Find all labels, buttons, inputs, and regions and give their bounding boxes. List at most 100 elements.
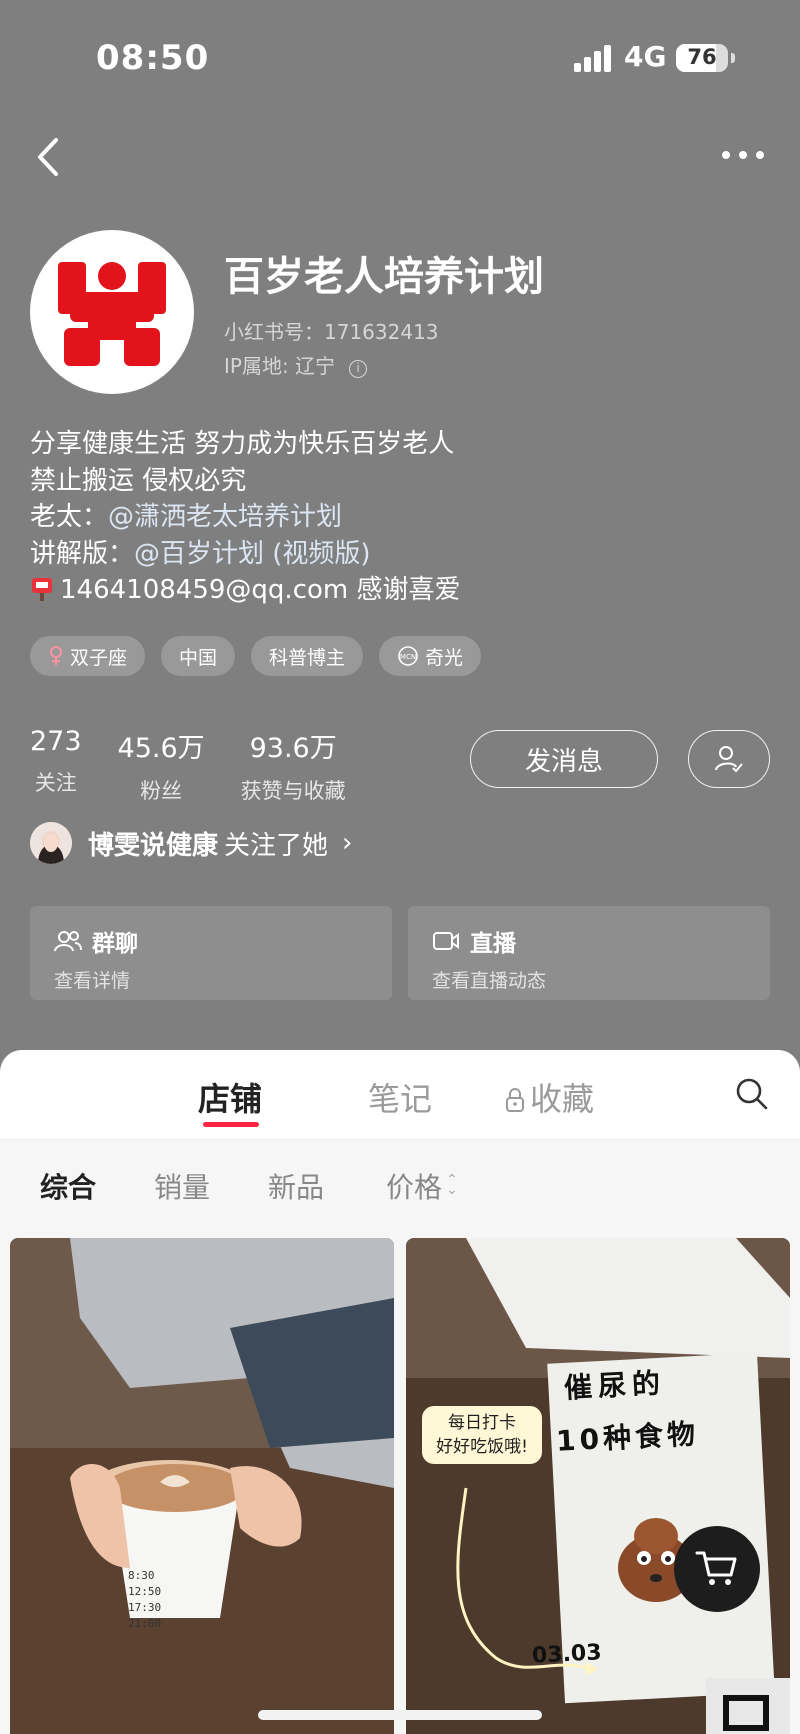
signal-icon: [574, 44, 614, 72]
follower-avatar: [30, 822, 72, 864]
bio-line: 分享健康生活 努力成为快乐百岁老人: [30, 429, 455, 459]
tag-label: 双子座: [70, 646, 128, 669]
mailbox-icon: [32, 578, 52, 601]
tab-store[interactable]: 店铺: [198, 1074, 262, 1120]
more-icon[interactable]: [718, 140, 768, 170]
tag-zodiac: 双子座: [30, 636, 146, 676]
filter-new[interactable]: 新品: [268, 1166, 324, 1206]
tag-category: 科普博主: [251, 636, 364, 676]
follow-button[interactable]: [688, 730, 770, 788]
cup-checklist: 8:30 12:50 17:30 21:00: [128, 1568, 161, 1632]
feature-cards: 群聊 查看详情 直播 查看直播动态: [30, 906, 770, 1000]
home-indicator[interactable]: [258, 1710, 542, 1720]
active-tab-indicator: [203, 1122, 259, 1127]
cup-time: 17:30: [128, 1601, 162, 1614]
card-title: 群聊: [92, 931, 138, 957]
tag-label: 奇光: [425, 646, 464, 669]
network-label: 4G: [624, 40, 667, 73]
stats-row: 273 关注 45.6万粉丝 93.6万获赞与收藏: [30, 726, 346, 805]
battery-level: 76: [687, 45, 717, 69]
stat-label: 关注: [34, 771, 77, 795]
bio-line: 讲解版：@百岁计划 (视频版): [30, 536, 461, 573]
female-icon: [50, 646, 62, 665]
stat-likes[interactable]: 93.6万获赞与收藏: [241, 726, 346, 805]
poster-subtitle: 10种食物: [555, 1417, 700, 1458]
bio-line: 1464108459@qq.com 感谢喜爱: [30, 572, 461, 609]
stat-value: 273: [30, 726, 82, 757]
filter-label: 价格: [386, 1171, 443, 1204]
red-id[interactable]: 小红书号：171632413: [224, 316, 439, 345]
tab-notes[interactable]: 笔记: [368, 1074, 432, 1120]
product-grid: 8:30 12:50 17:30 21:00 每日打卡 好好吃饭哦! 催尿的 1…: [0, 1230, 800, 1734]
sort-arrows-icon: ⌃ ⌄: [446, 1172, 458, 1198]
tag-label: 中国: [179, 646, 218, 669]
bio-email: 1464108459@qq.com 感谢喜爱: [60, 575, 461, 605]
bubble-line: 好好吃饭哦!: [436, 1437, 528, 1457]
tag-mcn[interactable]: MCN 奇光: [379, 636, 482, 676]
cart-button[interactable]: [674, 1526, 760, 1612]
promo-bubble: 每日打卡 好好吃饭哦!: [422, 1406, 542, 1464]
bubble-line: 每日打卡: [448, 1413, 516, 1433]
group-chat-card[interactable]: 群聊 查看详情: [30, 906, 392, 1000]
product-image: [10, 1238, 394, 1734]
tag-country: 中国: [161, 636, 236, 676]
tag-list: 双子座 中国 科普博主 MCN 奇光: [30, 636, 482, 676]
live-card[interactable]: 直播 查看直播动态: [408, 906, 770, 1000]
brand-logo-icon: [58, 262, 166, 366]
avatar[interactable]: [30, 230, 194, 394]
poster-title: 催尿的: [563, 1366, 667, 1405]
follower-name: 博雯说健康: [88, 830, 219, 861]
followed-by-row[interactable]: 博雯说健康 关注了她 ›: [30, 822, 352, 864]
stat-following[interactable]: 273 关注: [30, 726, 82, 805]
poster-date: 03.03: [531, 1640, 603, 1669]
status-bar: 08:50 4G 76: [0, 0, 800, 120]
search-icon[interactable]: [734, 1076, 770, 1116]
tab-favorites[interactable]: 收藏: [504, 1074, 594, 1120]
ip-location: IP属地: 辽宁 i: [224, 350, 368, 379]
bio: 分享健康生活 努力成为快乐百岁老人 禁止搬运 侵权必究 老太：@潇洒老太培养计划…: [30, 426, 461, 609]
stat-value: 93.6万: [249, 733, 337, 764]
followed-text: 关注了她: [224, 830, 329, 861]
chevron-right-icon: ›: [342, 828, 353, 858]
battery-tip: [731, 53, 735, 63]
cart-icon: [695, 1551, 737, 1585]
svg-text:MCN: MCN: [400, 653, 416, 661]
bio-prefix: 老太：: [30, 502, 109, 532]
product-card[interactable]: 8:30 12:50 17:30 21:00: [10, 1238, 394, 1734]
ip-location-text: IP属地: 辽宁: [224, 354, 336, 378]
filter-price[interactable]: 价格 ⌃ ⌄: [386, 1166, 458, 1206]
filter-bar: 综合 销量 新品 价格 ⌃ ⌄: [0, 1140, 800, 1230]
cup-time: 12:50: [128, 1585, 162, 1598]
bio-prefix: 讲解版：: [30, 538, 135, 569]
card-subtitle: 查看直播动态: [432, 970, 547, 992]
filter-sales[interactable]: 销量: [154, 1166, 210, 1206]
stat-value: 45.6万: [117, 733, 205, 764]
stat-label: 粉丝: [140, 779, 183, 803]
live-icon: [433, 932, 459, 950]
bio-line: 老太：@潇洒老太培养计划: [30, 499, 461, 536]
message-button[interactable]: 发消息: [470, 730, 658, 788]
tab-bar: 店铺 笔记 收藏: [0, 1050, 800, 1140]
back-icon[interactable]: [30, 132, 70, 182]
tag-label: 科普博主: [269, 646, 346, 669]
card-subtitle: 查看详情: [54, 970, 131, 992]
status-time: 08:50: [96, 38, 210, 78]
stat-label: 获赞与收藏: [240, 779, 346, 803]
cup-time: 21:00: [128, 1617, 162, 1630]
product-card[interactable]: 每日打卡 好好吃饭哦! 催尿的 10种食物 03.03: [406, 1238, 790, 1734]
info-icon[interactable]: i: [349, 360, 368, 378]
battery-icon: 76: [676, 44, 728, 72]
user-check-icon: [715, 746, 743, 773]
stat-followers[interactable]: 45.6万粉丝: [118, 726, 205, 805]
tab-label: 收藏: [530, 1080, 595, 1118]
card-title: 直播: [470, 931, 516, 957]
bio-line: 禁止搬运 侵权必究: [30, 465, 247, 496]
content-sheet: 店铺 笔记 收藏 综合 销量 新品 价格 ⌃ ⌄ 8:30 12:50 17:3…: [0, 1050, 800, 1734]
filter-overall[interactable]: 综合: [40, 1166, 96, 1206]
mcn-icon: MCN: [398, 646, 418, 666]
mention-link[interactable]: @百岁计划 (视频版): [134, 539, 371, 569]
lock-icon: [506, 1088, 524, 1112]
cup-time: 8:30: [128, 1569, 155, 1582]
mention-link[interactable]: @潇洒老太培养计划: [108, 502, 342, 532]
group-icon: [54, 931, 82, 952]
